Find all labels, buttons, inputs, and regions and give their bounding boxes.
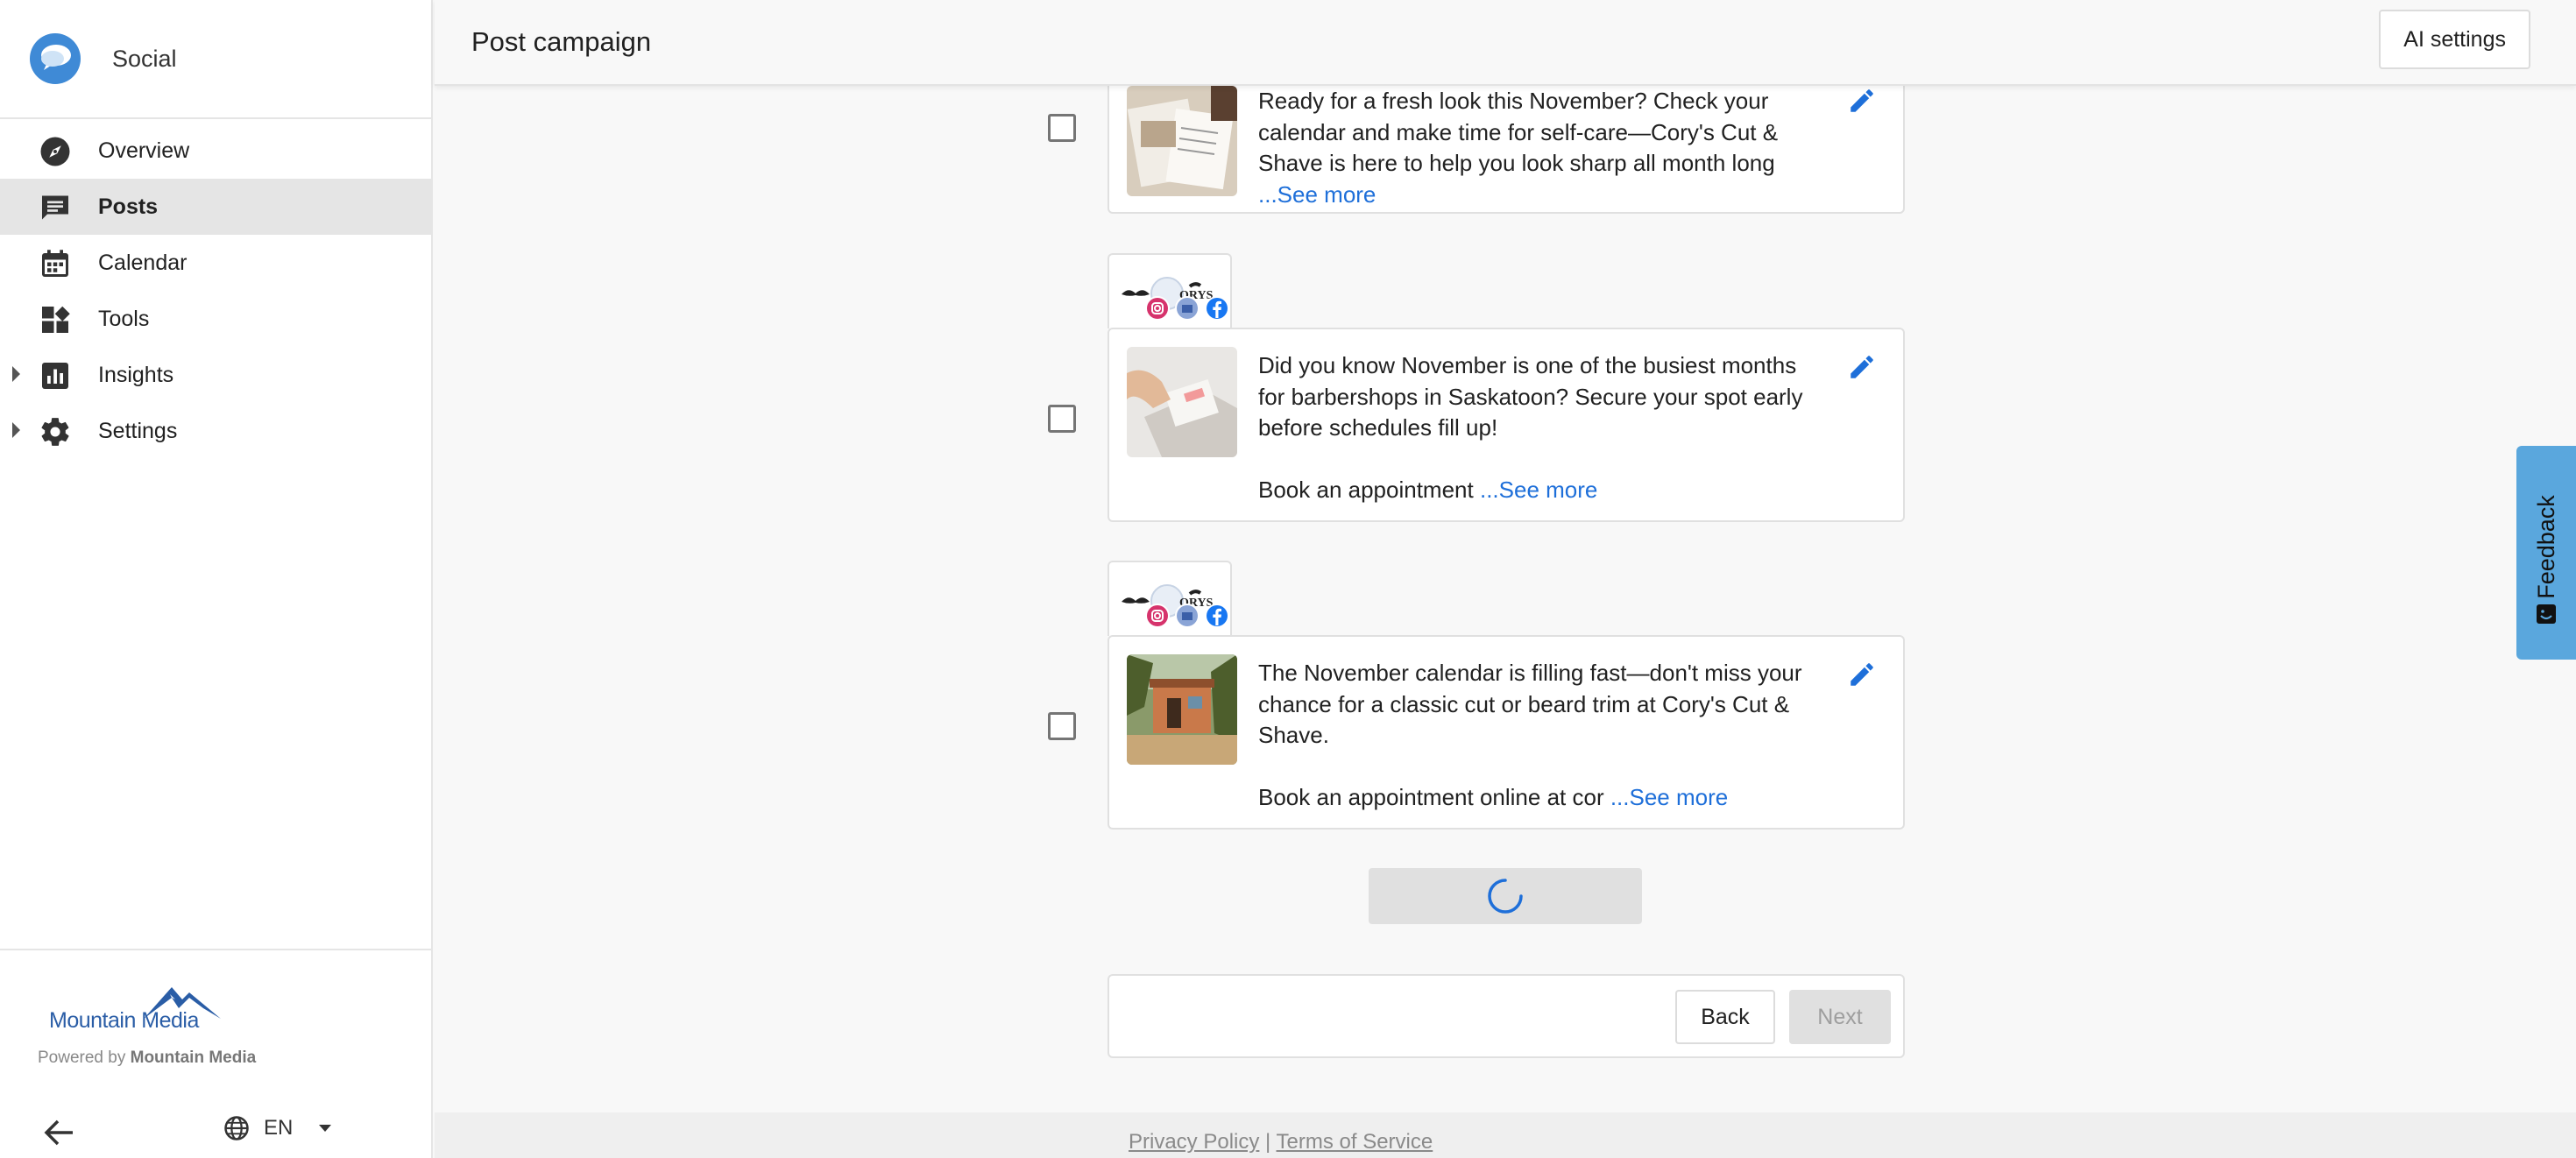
mountain-media-wordmark: Mountain Media bbox=[49, 1008, 199, 1033]
sidebar-item-settings[interactable]: Settings bbox=[0, 403, 431, 459]
see-more-link[interactable]: ...See more bbox=[1480, 477, 1597, 503]
expand-caret-icon[interactable] bbox=[12, 366, 20, 382]
social-logo-icon bbox=[30, 33, 81, 84]
facebook-icon bbox=[1205, 604, 1229, 628]
sidebar-item-label: Posts bbox=[98, 194, 159, 219]
post-text-line: The November calendar is filling fast—do… bbox=[1258, 660, 1802, 686]
powered-by-text: Powered by Mountain Media bbox=[38, 1049, 256, 1068]
post-text: Did you know November is one of the busi… bbox=[1258, 350, 1819, 506]
sidebar-item-label: Settings bbox=[98, 418, 178, 443]
post-text-line: Ready for a fresh look this November? Ch… bbox=[1258, 88, 1769, 114]
compass-icon bbox=[39, 135, 72, 168]
sidebar-nav: Overview Posts Calendar Tools Insights S… bbox=[0, 119, 431, 459]
sidebar-item-label: Overview bbox=[98, 138, 190, 163]
feedback-label: Feedback bbox=[2532, 494, 2559, 599]
post-card[interactable]: Did you know November is one of the busi… bbox=[1108, 328, 1905, 522]
post-text-line: before schedules fill up! bbox=[1258, 414, 1498, 441]
loading-spinner-icon bbox=[1488, 879, 1523, 914]
sidebar-item-insights[interactable]: Insights bbox=[0, 347, 431, 403]
post-text-cta: Book an appointment bbox=[1258, 477, 1480, 503]
post-image bbox=[1127, 347, 1237, 457]
post-text-line: Shave is here to help you look sharp all… bbox=[1258, 150, 1775, 176]
sidebar: Social Overview Posts Calendar Tools Ins… bbox=[0, 0, 433, 1158]
post-image bbox=[1127, 86, 1237, 196]
page-title: Post campaign bbox=[471, 26, 652, 57]
language-code: EN bbox=[264, 1116, 294, 1140]
post-text-cta: Book an appointment online at cor bbox=[1258, 784, 1610, 810]
see-more-link[interactable]: ...See more bbox=[1610, 784, 1728, 810]
channel-icons: ORYS bbox=[1108, 561, 1232, 636]
privacy-policy-link[interactable]: Privacy Policy bbox=[1129, 1130, 1259, 1154]
sidebar-item-calendar[interactable]: Calendar bbox=[0, 235, 431, 291]
post-card[interactable]: The November calendar is filling fast—do… bbox=[1108, 635, 1905, 830]
powered-prefix: Powered by bbox=[38, 1049, 131, 1067]
load-more-button[interactable] bbox=[1369, 868, 1642, 924]
see-more-link[interactable]: ...See more bbox=[1258, 181, 1376, 208]
chart-icon bbox=[39, 359, 72, 392]
sidebar-item-overview[interactable]: Overview bbox=[0, 123, 431, 179]
sidebar-item-label: Calendar bbox=[98, 250, 188, 275]
back-arrow-icon[interactable] bbox=[44, 1119, 75, 1151]
ai-settings-button[interactable]: AI settings bbox=[2379, 10, 2530, 69]
post-checkbox[interactable] bbox=[1048, 405, 1076, 433]
edit-icon[interactable] bbox=[1847, 660, 1877, 694]
post-image bbox=[1127, 654, 1237, 765]
post-text-line: calendar and make time for self-care—Cor… bbox=[1258, 118, 1779, 145]
next-button[interactable]: Next bbox=[1789, 990, 1891, 1044]
brand-header[interactable]: Social bbox=[0, 0, 431, 119]
calendar-icon bbox=[39, 247, 72, 280]
powered-name: Mountain Media bbox=[130, 1049, 257, 1067]
expand-caret-icon[interactable] bbox=[12, 422, 20, 438]
feedback-label-wrap: Feedback bbox=[2520, 481, 2572, 612]
post-text: Ready for a fresh look this November? Ch… bbox=[1258, 86, 1819, 210]
instagram-icon bbox=[1145, 296, 1170, 321]
post-card[interactable]: Ready for a fresh look this November? Ch… bbox=[1108, 86, 1905, 214]
post-text-line: for barbershops in Saskatoon? Secure you… bbox=[1258, 383, 1803, 410]
page-header: Post campaign AI settings bbox=[435, 0, 2576, 86]
post-checkbox[interactable] bbox=[1048, 712, 1076, 740]
feedback-tab[interactable]: Feedback bbox=[2516, 446, 2576, 660]
facebook-icon bbox=[1205, 296, 1229, 321]
back-button[interactable]: Back bbox=[1675, 990, 1775, 1044]
app-name: Social bbox=[112, 45, 177, 72]
language-selector[interactable]: EN bbox=[223, 1115, 332, 1141]
sidebar-item-tools[interactable]: Tools bbox=[0, 291, 431, 347]
instagram-icon bbox=[1145, 604, 1170, 628]
sidebar-footer: Mountain Media Powered by Mountain Media… bbox=[0, 949, 433, 1146]
chevron-down-icon bbox=[319, 1125, 332, 1132]
sidebar-item-label: Tools bbox=[98, 306, 150, 331]
footer-links: Privacy Policy | Terms of Service bbox=[1129, 1130, 1433, 1154]
terms-of-service-link[interactable]: Terms of Service bbox=[1277, 1130, 1433, 1154]
post-text-line: chance for a classic cut or beard trim a… bbox=[1258, 690, 1790, 717]
chat-icon bbox=[39, 191, 72, 224]
post-text-line: Shave. bbox=[1258, 722, 1329, 748]
feedback-smile-icon bbox=[2537, 604, 2556, 624]
gear-icon bbox=[39, 415, 72, 448]
sidebar-item-posts[interactable]: Posts bbox=[0, 179, 431, 235]
channel-icons: ORYS bbox=[1108, 253, 1232, 328]
footer-separator: | bbox=[1259, 1130, 1277, 1154]
edit-icon[interactable] bbox=[1847, 86, 1877, 120]
google-business-icon bbox=[1175, 604, 1200, 628]
wizard-actions: Back Next bbox=[1108, 974, 1905, 1058]
tools-icon bbox=[39, 303, 72, 336]
post-text-line: Did you know November is one of the busi… bbox=[1258, 352, 1797, 378]
post-list: Ready for a fresh look this November? Ch… bbox=[435, 86, 2576, 1112]
post-checkbox[interactable] bbox=[1048, 114, 1076, 142]
google-business-icon bbox=[1175, 296, 1200, 321]
edit-icon[interactable] bbox=[1847, 352, 1877, 386]
sidebar-item-label: Insights bbox=[98, 362, 174, 387]
page-footer: Privacy Policy | Terms of Service bbox=[435, 1112, 2576, 1158]
globe-icon bbox=[224, 1116, 249, 1140]
post-text: The November calendar is filling fast—do… bbox=[1258, 658, 1819, 814]
